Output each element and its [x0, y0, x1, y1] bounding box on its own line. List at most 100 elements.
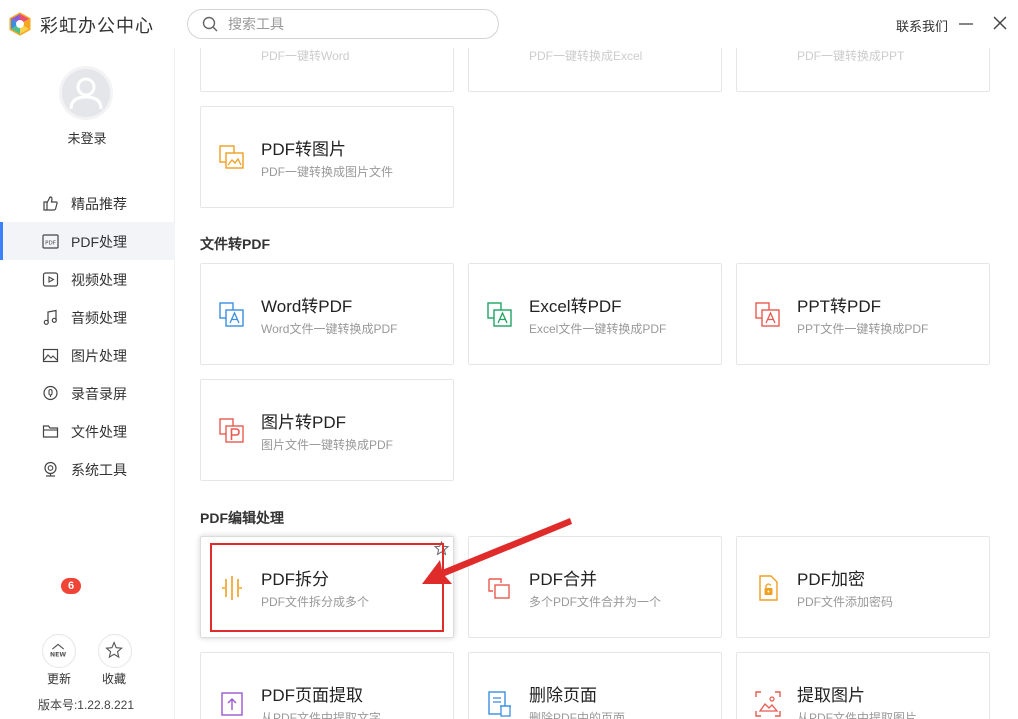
- word-to-pdf-icon: [219, 302, 244, 327]
- tool-card-pdf-to-word[interactable]: PDF一键转Word: [200, 48, 454, 92]
- svg-text:PDF: PDF: [45, 241, 56, 247]
- image-icon: [42, 348, 59, 363]
- card-title: 删除页面: [529, 686, 597, 705]
- pdf-icon: PDF: [42, 234, 59, 249]
- update-badge: 6: [61, 578, 81, 594]
- excel-to-pdf-icon: [487, 302, 512, 327]
- main-content: PDF一键转Word PDF一键转换成Excel PDF一键转换成PPT PDF…: [176, 48, 1018, 719]
- system-tools-icon: [44, 461, 57, 477]
- search-box[interactable]: [187, 9, 499, 39]
- new-label: NEW: [50, 652, 66, 659]
- card-desc: Excel文件一键转换成PDF: [529, 322, 667, 336]
- tool-card-word-to-pdf[interactable]: Word转PDF Word文件一键转换成PDF: [200, 263, 454, 365]
- folder-icon: [42, 425, 59, 438]
- sidebar-item-audio[interactable]: 音频处理: [0, 298, 175, 336]
- tool-card-pdf-merge[interactable]: PDF合并 多个PDF文件合并为一个: [468, 536, 722, 638]
- sidebar: 未登录 精品推荐 PDF PDF处理 视频处理 音频处理 图片处理 录音录屏 文…: [0, 48, 175, 719]
- tool-card-pdf-to-excel[interactable]: PDF一键转换成Excel: [468, 48, 722, 92]
- favorites-label: 收藏: [102, 672, 127, 686]
- card-desc: PDF一键转换成Excel: [529, 49, 643, 63]
- sidebar-item-record[interactable]: 录音录屏: [0, 374, 175, 412]
- card-desc: 从PDF文件中提取图片: [797, 711, 918, 719]
- tool-card-image-to-pdf[interactable]: 图片转PDF 图片文件一键转换成PDF: [200, 379, 454, 481]
- card-desc: 从PDF文件中提取文字: [261, 711, 382, 719]
- pdf-page-extract-icon: [221, 692, 243, 716]
- section-title-pdf-edit: PDF编辑处理: [200, 510, 284, 526]
- pdf-encrypt-icon: [759, 575, 778, 601]
- card-desc: PDF一键转换成图片文件: [261, 165, 394, 179]
- card-desc: 多个PDF文件合并为一个: [529, 595, 662, 609]
- card-title: Word转PDF: [261, 297, 353, 316]
- card-desc: 删除PDF中的页面: [529, 711, 626, 719]
- pdf-split-icon: [222, 576, 242, 600]
- sidebar-item-system[interactable]: 系统工具: [0, 450, 175, 488]
- sidebar-item-label: 精品推荐: [71, 196, 127, 212]
- tool-card-pdf-page-extract[interactable]: PDF页面提取 从PDF文件中提取文字: [200, 652, 454, 719]
- favorites-button[interactable]: [98, 634, 132, 668]
- tool-card-extract-image[interactable]: 提取图片 从PDF文件中提取图片: [736, 652, 990, 719]
- delete-page-icon: [488, 691, 511, 717]
- search-icon: [202, 16, 218, 32]
- card-title: 提取图片: [797, 686, 865, 705]
- sidebar-item-label: 音频处理: [71, 310, 127, 326]
- card-desc: PDF一键转Word: [261, 49, 350, 63]
- update-label: 更新: [47, 672, 72, 686]
- card-desc: Word文件一键转换成PDF: [261, 322, 398, 336]
- card-desc: 图片文件一键转换成PDF: [261, 438, 394, 452]
- sidebar-item-image[interactable]: 图片处理: [0, 336, 175, 374]
- rainbow-logo-icon: [9, 12, 31, 36]
- section-title-file-to-pdf: 文件转PDF: [200, 236, 270, 252]
- ppt-to-pdf-icon: [755, 302, 780, 327]
- card-title: PDF加密: [797, 570, 865, 589]
- star-icon: [105, 641, 123, 659]
- sidebar-nav: 精品推荐 PDF PDF处理 视频处理 音频处理 图片处理 录音录屏 文件处理 …: [0, 184, 175, 488]
- app-title: 彩虹办公中心: [40, 16, 154, 36]
- card-title: 图片转PDF: [261, 413, 346, 432]
- login-status[interactable]: 未登录: [0, 128, 174, 147]
- card-desc: PDF文件添加密码: [797, 595, 894, 609]
- sidebar-item-label: 录音录屏: [71, 386, 127, 402]
- sidebar-item-label: 图片处理: [71, 348, 127, 364]
- card-title: PDF合并: [529, 570, 597, 589]
- pdf-merge-icon: [488, 578, 510, 599]
- extract-image-icon: [755, 691, 781, 717]
- sidebar-item-label: 文件处理: [71, 424, 127, 440]
- card-title: PDF拆分: [261, 570, 329, 589]
- tool-card-pdf-encrypt[interactable]: PDF加密 PDF文件添加密码: [736, 536, 990, 638]
- update-button[interactable]: NEW: [42, 634, 76, 668]
- card-title: PDF转图片: [261, 140, 346, 159]
- microphone-icon: [43, 385, 58, 401]
- video-icon: [42, 272, 59, 287]
- version-text: 版本号:1.22.8.221: [37, 698, 135, 712]
- thumbs-up-icon: [43, 196, 58, 211]
- card-title: PPT转PDF: [797, 297, 882, 316]
- tool-card-pdf-split[interactable]: PDF拆分 PDF文件拆分成多个: [200, 536, 454, 638]
- tool-card-pdf-to-image[interactable]: PDF转图片 PDF一键转换成图片文件: [200, 106, 454, 208]
- sidebar-item-label: PDF处理: [71, 234, 127, 250]
- sidebar-item-label: 视频处理: [71, 272, 127, 288]
- tool-card-pdf-to-ppt[interactable]: PDF一键转换成PPT: [736, 48, 990, 92]
- user-icon: [69, 77, 103, 110]
- sidebar-item-video[interactable]: 视频处理: [0, 260, 175, 298]
- title-bar: 彩虹办公中心 联系我们: [0, 0, 1018, 48]
- sidebar-item-pdf[interactable]: PDF PDF处理: [0, 222, 175, 260]
- card-desc: PDF一键转换成PPT: [797, 49, 905, 63]
- music-note-icon: [43, 309, 57, 325]
- card-title: Excel转PDF: [529, 297, 622, 316]
- tool-card-delete-page[interactable]: 删除页面 删除PDF中的页面: [468, 652, 722, 719]
- new-home-icon: NEW: [50, 643, 66, 659]
- close-icon[interactable]: [991, 14, 1009, 32]
- tool-card-ppt-to-pdf[interactable]: PPT转PDF PPT文件一键转换成PDF: [736, 263, 990, 365]
- sidebar-item-label: 系统工具: [71, 462, 127, 478]
- contact-us-link[interactable]: 联系我们: [896, 16, 948, 35]
- search-input[interactable]: [228, 14, 478, 34]
- avatar[interactable]: [59, 66, 113, 120]
- image-to-pdf-icon: [219, 418, 244, 443]
- favorite-star-icon[interactable]: [434, 541, 449, 556]
- pdf-to-image-icon: [219, 145, 244, 169]
- sidebar-item-file[interactable]: 文件处理: [0, 412, 175, 450]
- card-desc: PDF文件拆分成多个: [261, 595, 370, 609]
- minimize-icon[interactable]: [958, 14, 974, 32]
- sidebar-item-recommended[interactable]: 精品推荐: [0, 184, 175, 222]
- tool-card-excel-to-pdf[interactable]: Excel转PDF Excel文件一键转换成PDF: [468, 263, 722, 365]
